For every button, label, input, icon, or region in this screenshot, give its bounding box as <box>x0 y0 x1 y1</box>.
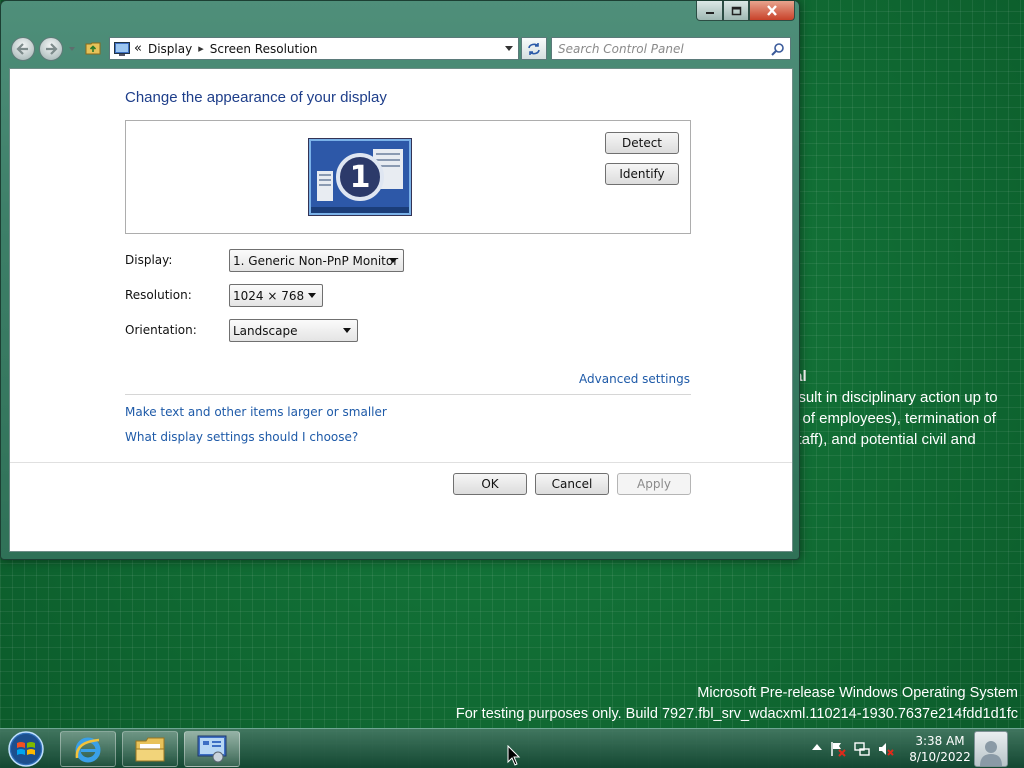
cancel-button[interactable]: Cancel <box>535 473 609 495</box>
confidential-heading: ial <box>790 366 998 387</box>
watermark-line-2: For testing purposes only. Build 7927.fb… <box>455 706 1018 722</box>
clock-date: 8/10/2022 <box>909 750 971 764</box>
confidential-notice: ial esult in disciplinary action up to e… <box>790 366 998 450</box>
action-center-flag-icon[interactable] <box>830 741 846 757</box>
forward-arrow-icon <box>46 43 58 55</box>
close-icon <box>767 5 777 16</box>
page-title: Change the appearance of your display <box>125 89 387 106</box>
resolution-select-value: 1024 × 768 <box>233 288 305 303</box>
maximize-icon <box>731 6 741 15</box>
detect-button[interactable]: Detect <box>605 132 679 154</box>
chevron-down-icon <box>308 293 316 298</box>
taskbar-internet-explorer[interactable] <box>60 731 116 767</box>
orientation-label: Orientation: <box>125 323 197 337</box>
mouse-pointer-icon <box>507 745 521 766</box>
recent-pages-dropdown-icon[interactable] <box>68 45 76 53</box>
breadcrumb-display[interactable]: Display <box>148 42 192 56</box>
clock-time: 3:38 AM <box>915 734 965 748</box>
user-account-button[interactable] <box>974 731 1008 767</box>
breadcrumb-screen-resolution[interactable]: Screen Resolution <box>210 42 318 56</box>
divider <box>125 394 691 395</box>
display-select[interactable]: 1. Generic Non-PnP Monitor <box>229 249 404 272</box>
identify-button[interactable]: Identify <box>605 163 679 185</box>
resolution-label: Resolution: <box>125 288 192 302</box>
volume-muted-icon[interactable] <box>878 741 894 757</box>
windows-logo-icon <box>8 731 44 767</box>
navigation-bar: « Display ▸ Screen Resolution <box>9 37 793 61</box>
show-hidden-icons-icon[interactable] <box>812 743 822 751</box>
monitor-1-thumbnail[interactable]: 1 <box>309 139 411 215</box>
refresh-icon <box>528 42 540 55</box>
advanced-settings-link[interactable]: Advanced settings <box>579 372 690 386</box>
back-button[interactable] <box>11 37 35 61</box>
apply-button[interactable]: Apply <box>617 473 691 495</box>
windows-explorer-icon <box>135 737 165 762</box>
control-panel-icon <box>197 735 227 763</box>
display-label: Display: <box>125 253 173 267</box>
display-settings-help-link[interactable]: What display settings should I choose? <box>125 430 358 444</box>
screen-resolution-window: « Display ▸ Screen Resolution Change the… <box>0 0 800 560</box>
address-dropdown-button[interactable] <box>500 38 518 59</box>
internet-explorer-icon <box>75 737 101 763</box>
watermark-line-1: Microsoft Pre-release Windows Operating … <box>697 685 1018 701</box>
confidential-line-1: esult in disciplinary action up to <box>790 389 998 406</box>
monitor-preview-panel: 1 Detect Identify <box>125 120 691 234</box>
minimize-button[interactable] <box>696 1 723 21</box>
back-arrow-icon <box>16 43 28 55</box>
chevron-down-icon <box>505 45 513 51</box>
ok-button[interactable]: OK <box>453 473 527 495</box>
orientation-select-value: Landscape <box>233 323 298 338</box>
refresh-button[interactable] <box>521 37 547 60</box>
content-area: Change the appearance of your display 1 <box>9 68 793 552</box>
search-input[interactable] <box>558 41 768 56</box>
system-clock[interactable]: 3:38 AM 8/10/2022 <box>904 733 976 765</box>
chevron-down-icon <box>343 328 351 333</box>
up-one-level-icon[interactable] <box>85 40 101 56</box>
monitor-number: 1 <box>349 159 371 195</box>
caption-buttons <box>696 1 795 21</box>
minimize-icon <box>705 11 714 14</box>
make-text-larger-link[interactable]: Make text and other items larger or smal… <box>125 405 387 419</box>
notification-area: 3:38 AM 8/10/2022 <box>804 729 1024 768</box>
confidential-line-2: e of employees), termination of <box>790 410 996 427</box>
search-box[interactable] <box>551 37 791 60</box>
breadcrumb-separator-icon[interactable]: ▸ <box>198 42 204 55</box>
close-button[interactable] <box>749 1 795 21</box>
footer-divider <box>10 462 792 463</box>
taskbar-control-panel[interactable] <box>184 731 240 767</box>
user-avatar-icon <box>980 741 1002 766</box>
forward-button[interactable] <box>39 37 63 61</box>
display-select-value: 1. Generic Non-PnP Monitor <box>233 253 399 268</box>
network-icon[interactable] <box>854 741 870 757</box>
start-button[interactable] <box>6 731 46 767</box>
breadcrumb-overflow[interactable]: « <box>134 41 142 56</box>
search-icon[interactable] <box>771 42 785 56</box>
build-watermark: Microsoft Pre-release Windows Operating … <box>456 683 1018 725</box>
maximize-button[interactable] <box>723 1 749 21</box>
address-bar[interactable]: « Display ▸ Screen Resolution <box>109 37 519 60</box>
resolution-select[interactable]: 1024 × 768 <box>229 284 323 307</box>
orientation-select[interactable]: Landscape <box>229 319 358 342</box>
taskbar-windows-explorer[interactable] <box>122 731 178 767</box>
confidential-line-3: staff), and potential civil and <box>790 431 976 448</box>
control-panel-icon <box>114 41 130 56</box>
chevron-down-icon <box>389 258 397 263</box>
